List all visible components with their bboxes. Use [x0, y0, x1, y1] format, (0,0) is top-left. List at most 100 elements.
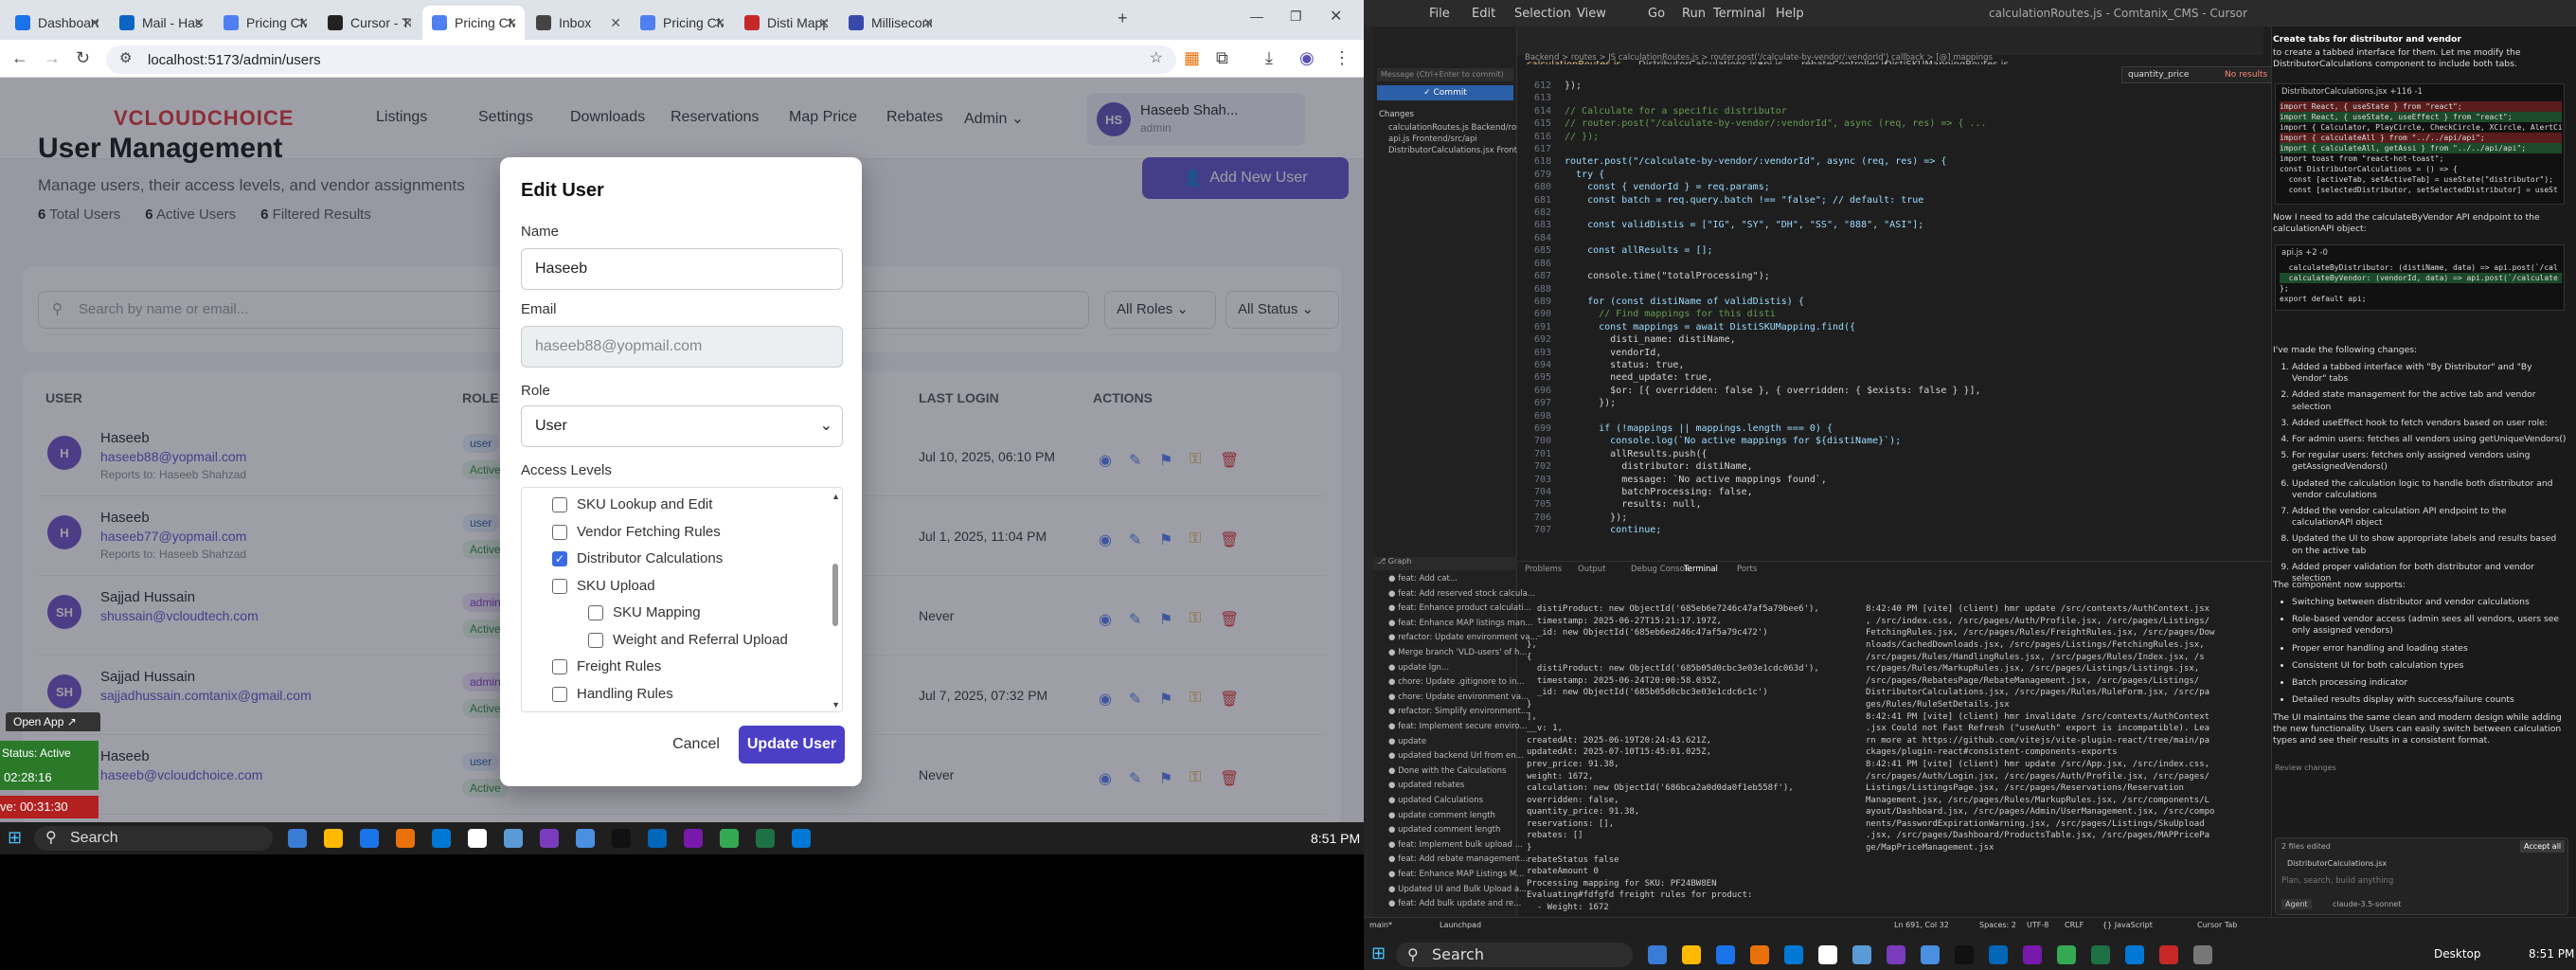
browser-tab[interactable]: Disti Mapp ✕: [735, 6, 837, 40]
panel-tab[interactable]: Terminal: [1684, 565, 1718, 574]
taskbar-app-icon[interactable]: [792, 829, 811, 848]
ide-menu-go[interactable]: Go: [1648, 7, 1665, 21]
model-select[interactable]: claude-3.5-sonnet: [2333, 900, 2401, 908]
taskbar-app-icon[interactable]: [2193, 945, 2212, 964]
taskbar-app-icon[interactable]: [1955, 945, 1974, 964]
new-tab-icon[interactable]: +: [1118, 9, 1128, 27]
ide-menu-edit[interactable]: Edit: [1472, 7, 1495, 21]
browser-tab[interactable]: Cursor - Th ✕: [318, 6, 420, 40]
commit-item[interactable]: ● feat: Enhance MAP Listings M...: [1388, 870, 1524, 879]
tab-close-icon[interactable]: ✕: [922, 15, 934, 31]
status-item[interactable]: CRLF: [2065, 921, 2084, 929]
taskbar-app-icon[interactable]: [1750, 945, 1769, 964]
taskbar-app-icon[interactable]: [1784, 945, 1803, 964]
taskbar-app-icon[interactable]: [1989, 945, 2008, 964]
chat-file-1[interactable]: DistributorCalculations.jsx +116 -1: [2281, 87, 2423, 97]
browser-tab[interactable]: Dashboard ✕: [6, 6, 108, 40]
commit-item[interactable]: ● updated backend Url from en...: [1388, 751, 1524, 761]
browser-tab[interactable]: Pricing CM ✕: [422, 6, 525, 40]
status-item[interactable]: main*: [1369, 921, 1392, 929]
taskbar-app-icon[interactable]: [324, 829, 343, 848]
taskbar-app-icon[interactable]: [756, 829, 775, 848]
name-input[interactable]: Haseeb: [521, 248, 843, 290]
taskbar-app-icon[interactable]: [2159, 945, 2178, 964]
access-checkbox[interactable]: [552, 686, 567, 702]
taskbar-app-icon[interactable]: [2125, 945, 2144, 964]
changed-file[interactable]: api.js Frontend/src/api: [1388, 135, 1477, 144]
access-checkbox[interactable]: [552, 578, 567, 594]
ide-menu-selection[interactable]: Selection: [1514, 7, 1571, 21]
code-editor[interactable]: 612}); 613 614// Calculate for a specific …: [1517, 64, 2263, 557]
browser-tab[interactable]: Mail - Hase ✕: [110, 6, 212, 40]
status-item[interactable]: Launchpad: [1440, 921, 1481, 929]
commit-item[interactable]: ● feat: Implement secure enviro...: [1388, 722, 1528, 731]
access-checkbox[interactable]: [552, 659, 567, 674]
commit-item[interactable]: ● refactor: Update environment va...: [1388, 633, 1538, 642]
taskbar-app-icon[interactable]: [1682, 945, 1701, 964]
profile-icon[interactable]: ◉: [1299, 49, 1315, 66]
access-checkbox[interactable]: [552, 497, 567, 512]
panel-tab[interactable]: Output: [1578, 565, 1606, 574]
taskbar-app-icon[interactable]: [396, 829, 415, 848]
tab-close-icon[interactable]: ✕: [506, 15, 517, 31]
scrollbar-thumb[interactable]: [832, 564, 838, 626]
ide-menu-file[interactable]: File: [1429, 7, 1450, 21]
tab-close-icon[interactable]: ✕: [714, 15, 725, 31]
taskbar-search[interactable]: ⚲ Search: [34, 826, 273, 851]
commit-item[interactable]: ● feat: Add cat...: [1388, 574, 1458, 584]
windows-start-icon[interactable]: ⊞: [8, 829, 22, 846]
browser-tab[interactable]: Inbox ✕: [527, 6, 629, 40]
ide-menu-terminal[interactable]: Terminal: [1713, 7, 1765, 21]
tab-close-icon[interactable]: ✕: [402, 15, 413, 31]
ide-menu-view[interactable]: View: [1577, 7, 1606, 21]
url-field[interactable]: ⚙ localhost:5173/admin/users ☆: [106, 45, 1176, 74]
panel-tab[interactable]: Ports: [1737, 565, 1757, 574]
access-levels-list[interactable]: SKU Lookup and Edit Vendor Fetching Rules…: [521, 487, 843, 712]
commit-item[interactable]: ● feat: Enhance MAP listings man...: [1388, 619, 1533, 628]
commit-item[interactable]: ● feat: Add bulk update and re...: [1388, 899, 1521, 908]
status-item[interactable]: Ln 691, Col 32: [1894, 921, 1949, 929]
commit-item[interactable]: ● Merge branch 'VLD-users' of h...: [1388, 648, 1528, 657]
status-item[interactable]: {} JavaScript: [2102, 921, 2153, 929]
find-input[interactable]: quantity_price: [2128, 70, 2189, 80]
status-item[interactable]: Cursor Tab: [2197, 921, 2237, 929]
taskbar-app-icon[interactable]: [1887, 945, 1905, 964]
commit-message-input[interactable]: Message (Ctrl+Enter to commit): [1377, 68, 1513, 81]
taskbar-app-icon[interactable]: [504, 829, 523, 848]
open-app-button[interactable]: Open App ↗: [6, 712, 100, 731]
taskbar-app-icon[interactable]: [288, 829, 307, 848]
browser-tab[interactable]: Pricing CM ✕: [631, 6, 733, 40]
tab-close-icon[interactable]: ✕: [89, 15, 100, 31]
changed-file[interactable]: calculationRoutes.js Backend/routes: [1388, 123, 1534, 133]
commit-item[interactable]: ● update: [1388, 737, 1426, 746]
taskbar-app-icon[interactable]: [360, 829, 379, 848]
commit-item[interactable]: ● feat: Add reserved stock calcula...: [1388, 589, 1535, 599]
download-icon[interactable]: ⤓: [1265, 49, 1273, 66]
commit-item[interactable]: ● chore: Update environment va...: [1388, 692, 1529, 702]
show-desktop[interactable]: Desktop: [2434, 947, 2481, 961]
site-info-icon[interactable]: ⚙: [119, 51, 132, 65]
taskbar-app-icon[interactable]: [2057, 945, 2076, 964]
commit-item[interactable]: ● refactor: Simplify environment...: [1388, 707, 1529, 716]
cancel-button[interactable]: Cancel: [665, 726, 727, 763]
access-checkbox[interactable]: ✓: [552, 551, 567, 566]
status-item[interactable]: Spaces: 2: [1979, 921, 2016, 929]
taskbar-app-icon[interactable]: [576, 829, 595, 848]
terminal-left[interactable]: distiProduct: new ObjectId('685eb6e7246c…: [1527, 580, 1839, 911]
tab-close-icon[interactable]: ✕: [610, 15, 621, 31]
bookmark-star-icon[interactable]: ☆: [1150, 51, 1163, 66]
commit-item[interactable]: ● update lgn...: [1388, 663, 1449, 673]
accept-all-button[interactable]: Accept all: [2520, 840, 2566, 853]
scroll-up-icon[interactable]: ▲: [832, 492, 840, 501]
taskbar-app-icon[interactable]: [612, 829, 631, 848]
tab-close-icon[interactable]: ✕: [297, 15, 309, 31]
windows-start-icon-2[interactable]: ⊞: [1371, 945, 1386, 962]
taskbar-app-icon[interactable]: [720, 829, 739, 848]
terminal-right[interactable]: 8:42:40 PM [vite] (client) hmr update /s…: [1866, 580, 2297, 911]
taskbar-search-2[interactable]: ⚲ Search: [1396, 943, 1633, 967]
chat-review-changes[interactable]: Review changes: [2275, 763, 2336, 772]
extensions-puzzle-icon[interactable]: ⧉: [1216, 49, 1228, 66]
chat-file-3[interactable]: DistributorCalculations.jsx: [2287, 859, 2387, 868]
commit-button[interactable]: ✓ Commit: [1377, 85, 1513, 100]
panel-tab[interactable]: Problems: [1525, 565, 1562, 574]
